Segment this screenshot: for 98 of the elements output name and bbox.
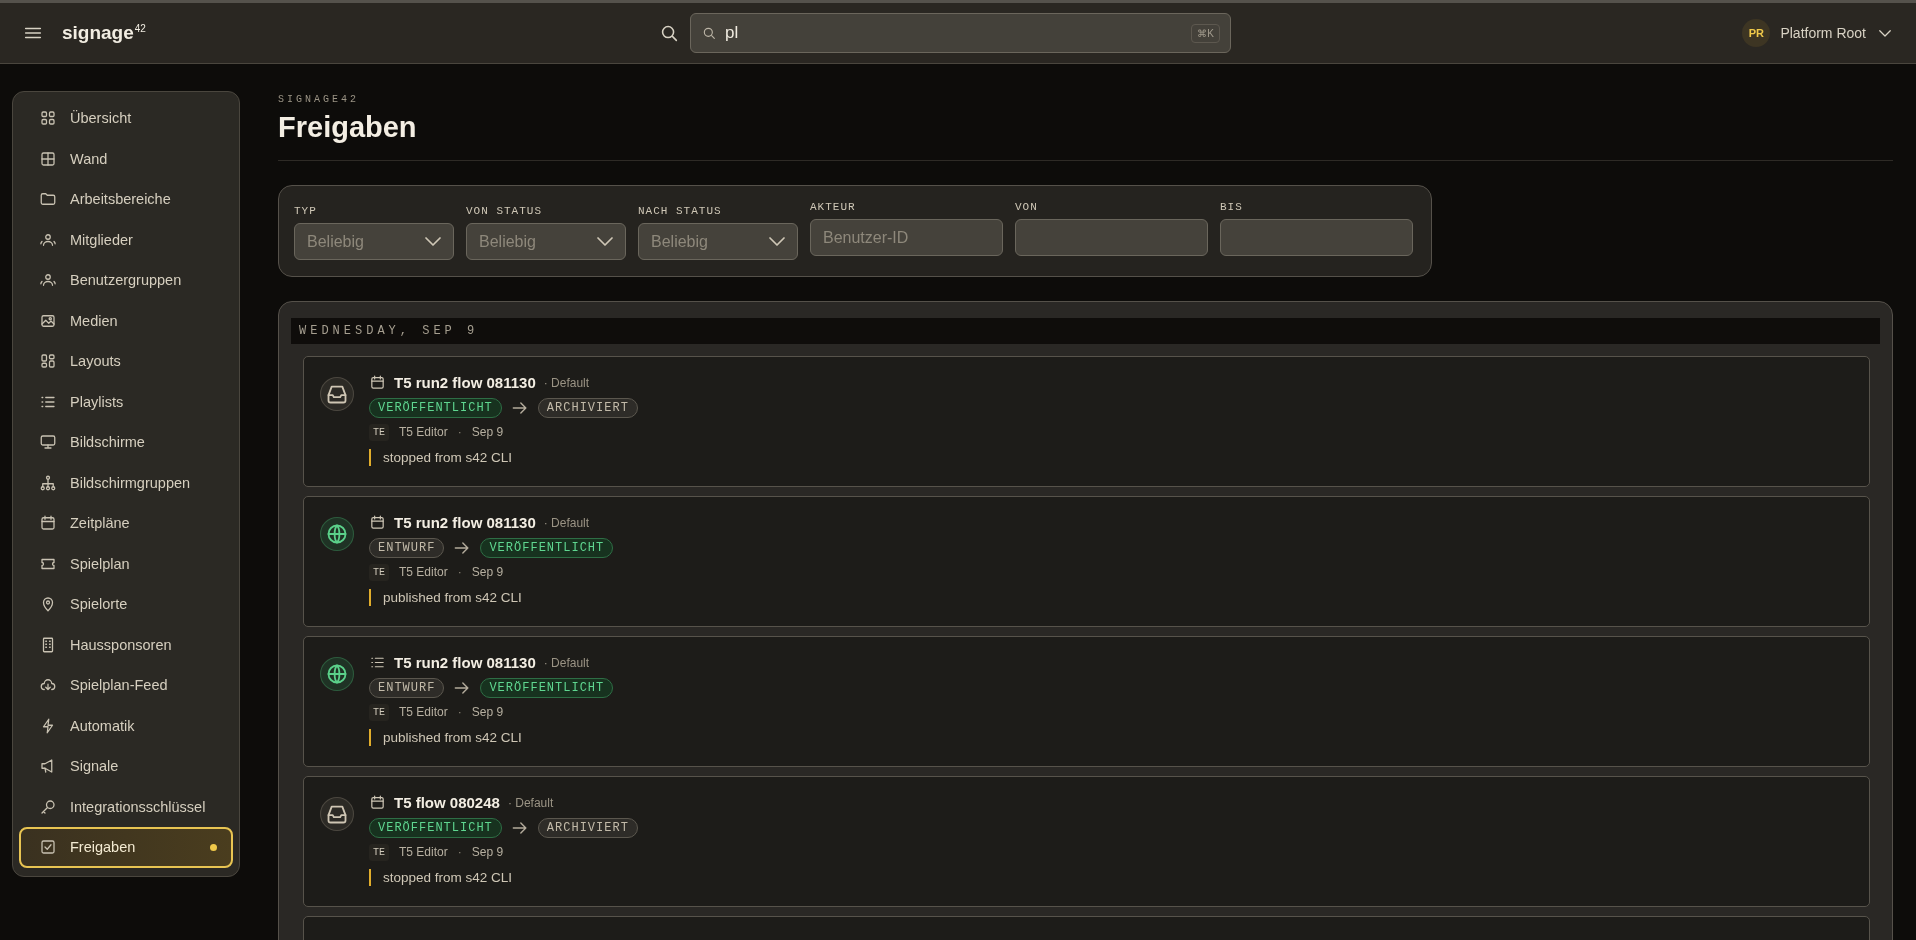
filter-input[interactable] — [1015, 219, 1208, 256]
search-icon — [701, 25, 717, 41]
calendar-icon — [369, 374, 386, 392]
inbox-icon — [320, 797, 354, 831]
entry-title: T5 flow 080248 — [394, 794, 500, 812]
sidebar-item[interactable]: Wand — [19, 138, 233, 179]
workspace-label: · Default — [543, 515, 590, 530]
filter-label: TYP — [294, 205, 318, 217]
sidebar-item[interactable]: Freigaben — [19, 827, 233, 868]
user-avatar: PR — [1742, 19, 1771, 47]
status-badge: VERÖFFENTLICHT — [480, 677, 614, 698]
sidebar-item[interactable]: Spielorte — [19, 584, 233, 625]
filter-label: NACH STATUS — [638, 205, 723, 217]
filter-input[interactable]: Benutzer-ID — [810, 219, 1003, 256]
inbox-icon — [320, 377, 354, 411]
entry-note: stopped from s42 CLI — [369, 449, 638, 466]
entry-title: T5 run2 flow 081130 — [394, 514, 536, 532]
sidebar-item[interactable]: Integrationsschlüssel — [19, 786, 233, 827]
sidebar-item[interactable]: Arbeitsbereiche — [19, 179, 233, 220]
sidebar-item[interactable]: Haussponsoren — [19, 624, 233, 665]
status-badge: VERÖFFENTLICHT — [480, 537, 614, 558]
user-name: Platform Root — [1780, 25, 1866, 41]
hierarchy-icon — [39, 473, 57, 492]
sidebar-item[interactable]: Automatik — [19, 705, 233, 746]
workspace-label: · Default — [543, 375, 590, 390]
entry-title: T5 run2 flow 081130 — [394, 374, 536, 392]
status-badge: ARCHIVIERT — [537, 397, 638, 418]
sidebar-item[interactable]: Spielplan-Feed — [19, 665, 233, 706]
entry-title: T5 run2 flow 081130 — [394, 654, 536, 672]
breadcrumb: SIGNAGE42 — [278, 94, 360, 105]
shortcut-hint: ⌘K — [1191, 23, 1220, 43]
sidebar-item[interactable]: Zeitpläne — [19, 503, 233, 544]
sidebar-item[interactable]: Layouts — [19, 341, 233, 382]
entry-note: published from s42 CLI — [369, 729, 614, 746]
actor-initials: TE — [369, 563, 389, 581]
key-icon — [39, 797, 57, 816]
sidebar-item[interactable]: Signale — [19, 746, 233, 787]
status-badge: ARCHIVIERT — [537, 817, 638, 838]
actor-name: T5 Editor — [399, 705, 448, 720]
sidebar-item[interactable]: Playlists — [19, 381, 233, 422]
globe-icon — [320, 657, 354, 691]
search-field[interactable]: pl ⌘K — [690, 13, 1231, 53]
search-value: pl — [725, 23, 740, 43]
filter-label: VON — [1015, 201, 1039, 213]
chevron-down-icon — [597, 237, 613, 246]
sidebar-item[interactable]: Spielplan — [19, 543, 233, 584]
sidebar-item[interactable]: Bildschirmgruppen — [19, 462, 233, 503]
chevron-down-icon — [769, 237, 785, 246]
layout-icon — [39, 352, 57, 371]
sidebar-item[interactable]: Medien — [19, 300, 233, 341]
entry-date: Sep 9 — [471, 845, 504, 860]
sidebar-item[interactable]: Übersicht — [19, 98, 233, 139]
entry-note: stopped from s42 CLI — [369, 869, 638, 886]
filter-input[interactable] — [1220, 219, 1413, 256]
grid-icon — [39, 109, 57, 128]
calendar-icon — [369, 794, 386, 812]
user-menu[interactable]: PR Platform Root — [1742, 19, 1894, 47]
separator-dot: · — [457, 425, 462, 440]
filter-label: VON STATUS — [466, 205, 543, 217]
workspace-label: · Default — [543, 655, 590, 670]
sidebar-item[interactable]: Bildschirme — [19, 422, 233, 463]
globe-icon — [320, 517, 354, 551]
checkbox-icon — [39, 838, 57, 857]
separator-dot: · — [457, 705, 462, 720]
sidebar-item[interactable]: Benutzergruppen — [19, 260, 233, 301]
actor-initials: TE — [369, 423, 389, 441]
filter-label: AKTEUR — [810, 201, 857, 213]
separator-dot: · — [457, 845, 462, 860]
actor-initials: TE — [369, 703, 389, 721]
logo[interactable]: signage$^{42}$ — [62, 22, 146, 44]
entry-card[interactable]: T5 flow 080248 · Default VERÖFFENTLICHT ARCHIVIERT TE T5 Editor · Sep 9 stopped from s42 CLI — [303, 776, 1870, 907]
entry-date: Sep 9 — [471, 705, 504, 720]
calendar-icon — [39, 514, 57, 533]
separator-dot: · — [457, 565, 462, 580]
status-badge: ENTWURF — [369, 537, 445, 558]
actor-name: T5 Editor — [399, 425, 448, 440]
table-icon — [39, 149, 57, 168]
monitor-icon — [39, 433, 57, 452]
entry-card[interactable]: T5 run2 flow 081130 · Default ENTWURF VERÖFFENTLICHT TE T5 Editor · Sep 9 published from s42 CLI — [303, 496, 1870, 627]
actor-name: T5 Editor — [399, 845, 448, 860]
calendar-icon — [369, 514, 386, 532]
status-badge: VERÖFFENTLICHT — [369, 397, 502, 418]
entry-card[interactable]: T5 run2 flow 081130 · Default ENTWURF VERÖFFENTLICHT TE T5 Editor · Sep 9 published from s42 CLI — [303, 636, 1870, 767]
status-badge: ENTWURF — [369, 677, 445, 698]
entry-card[interactable]: T5 run2 flow 081130 · Default VERÖFFENTLICHT ARCHIVIERT TE T5 Editor · Sep 9 stopped from s42 CLI — [303, 356, 1870, 487]
workspace-label: · Default — [507, 795, 554, 810]
actor-name: T5 Editor — [399, 565, 448, 580]
entry-date: Sep 9 — [471, 425, 504, 440]
status-badge: VERÖFFENTLICHT — [369, 817, 502, 838]
date-header: WEDNESDAY, SEP 9 — [291, 318, 1880, 344]
actor-initials: TE — [369, 843, 389, 861]
page-title: Freigaben — [278, 111, 418, 144]
entry-note: published from s42 CLI — [369, 589, 614, 606]
filter-label: BIS — [1220, 201, 1244, 213]
entry-date: Sep 9 — [471, 565, 504, 580]
chevron-down-icon — [425, 237, 441, 246]
sidebar-item[interactable]: Mitglieder — [19, 219, 233, 260]
active-dot — [210, 843, 217, 851]
